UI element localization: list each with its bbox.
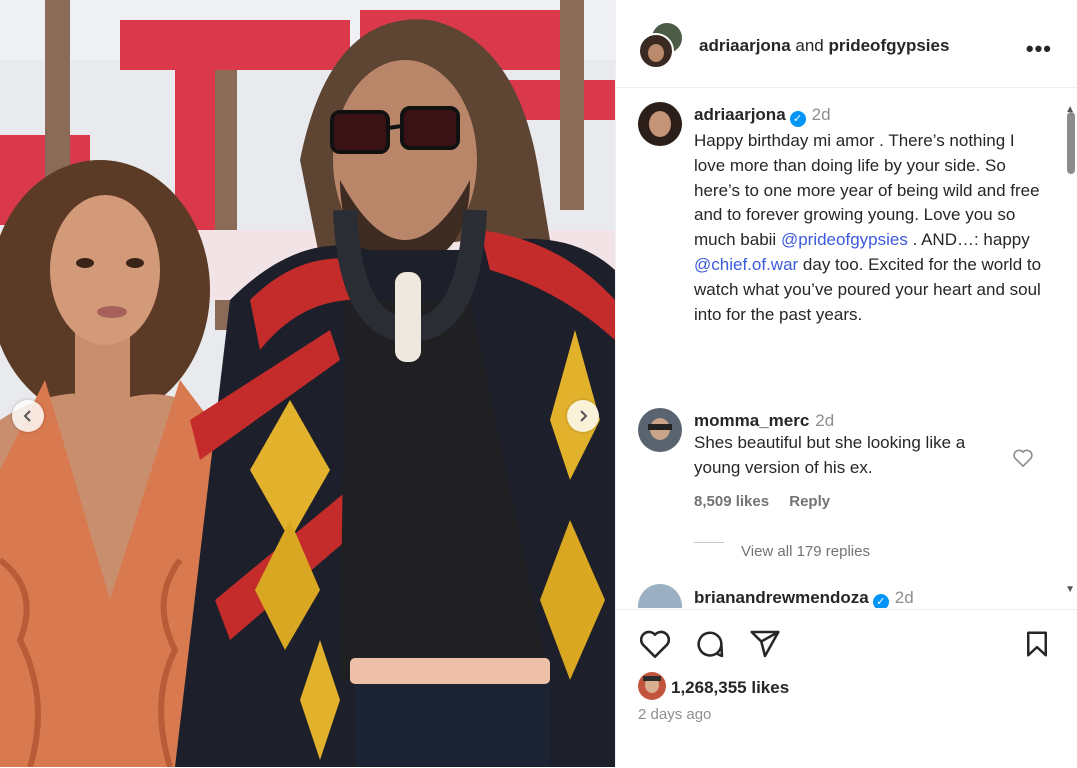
mention-link[interactable]: @chief.of.war (694, 255, 798, 274)
scroll-down-icon[interactable]: ▼ (1065, 584, 1075, 595)
collab-avatars[interactable] (638, 21, 684, 69)
comments-section[interactable]: adriaarjona ✓ 2d Happy birthday mi amor . … (616, 88, 1077, 608)
post-side-panel: adriaarjona and prideofgypsies ••• adria… (615, 0, 1077, 767)
mention-link[interactable]: @prideofgypsies (781, 230, 908, 249)
comment-time[interactable]: 2d (815, 411, 834, 430)
more-horizontal-icon: ••• (1025, 36, 1052, 61)
author-connector: and (795, 36, 824, 55)
bookmark-icon (1027, 631, 1047, 657)
comment-username[interactable]: brianandrewmendoza (694, 588, 869, 607)
author-link[interactable]: adriaarjona (699, 36, 791, 55)
avatar[interactable] (638, 584, 682, 608)
comment-time[interactable]: 2d (895, 588, 914, 607)
comment-likes[interactable]: 8,509 likes (694, 493, 769, 510)
comment-like-button[interactable] (1012, 448, 1034, 473)
share-icon (750, 630, 780, 658)
collaborator-link[interactable]: prideofgypsies (829, 36, 950, 55)
save-button[interactable] (1022, 628, 1052, 665)
likes-count[interactable]: 1,268,355 likes (671, 678, 789, 698)
verified-badge-icon: ✓ (872, 594, 889, 608)
comment-icon (697, 631, 724, 658)
comment-button[interactable] (693, 628, 727, 665)
avatar[interactable] (638, 672, 666, 700)
caption-time[interactable]: 2d (812, 105, 831, 124)
chevron-left-icon (23, 410, 31, 422)
avatar[interactable] (638, 33, 674, 69)
avatar[interactable] (638, 102, 682, 146)
scrollbar-thumb[interactable] (1067, 112, 1075, 174)
view-replies-button[interactable]: View all 179 replies (741, 543, 870, 560)
share-button[interactable] (748, 628, 782, 665)
verified-badge-icon: ✓ (789, 111, 806, 127)
post-photo (0, 0, 615, 767)
caption-text: Happy birthday mi amor . There’s nothing… (694, 129, 1044, 327)
like-button[interactable] (638, 628, 672, 665)
next-photo-button[interactable] (567, 400, 599, 432)
post-header: adriaarjona and prideofgypsies ••• (616, 0, 1077, 88)
more-options-button[interactable]: ••• (1026, 36, 1052, 62)
comment-text: Shes beautiful but she looking like a yo… (694, 433, 966, 477)
chevron-right-icon (580, 410, 588, 422)
caption-username[interactable]: adriaarjona (694, 105, 786, 124)
divider (694, 542, 724, 543)
heart-icon (639, 630, 671, 659)
comment: momma_merc 2d Shes beautiful but she look… (694, 411, 1014, 510)
likes-avatar[interactable] (638, 672, 666, 700)
comments-scrollbar[interactable]: ▲ ▼ (1064, 100, 1077, 610)
caption: adriaarjona ✓ 2d Happy birthday mi amor . … (694, 105, 1044, 327)
people-illustration (0, 19, 615, 767)
reply-button[interactable]: Reply (789, 493, 830, 510)
avatar[interactable] (638, 408, 682, 452)
caption-text-part: . AND…: happy (912, 230, 1030, 250)
comment: brianandrewmendoza ✓ 2d (694, 588, 1034, 608)
comment-username[interactable]: momma_merc (694, 411, 809, 430)
post-authors: adriaarjona and prideofgypsies (699, 36, 949, 56)
previous-photo-button[interactable] (12, 400, 44, 432)
heart-icon (1013, 449, 1033, 468)
post-timestamp[interactable]: 2 days ago (638, 706, 711, 723)
